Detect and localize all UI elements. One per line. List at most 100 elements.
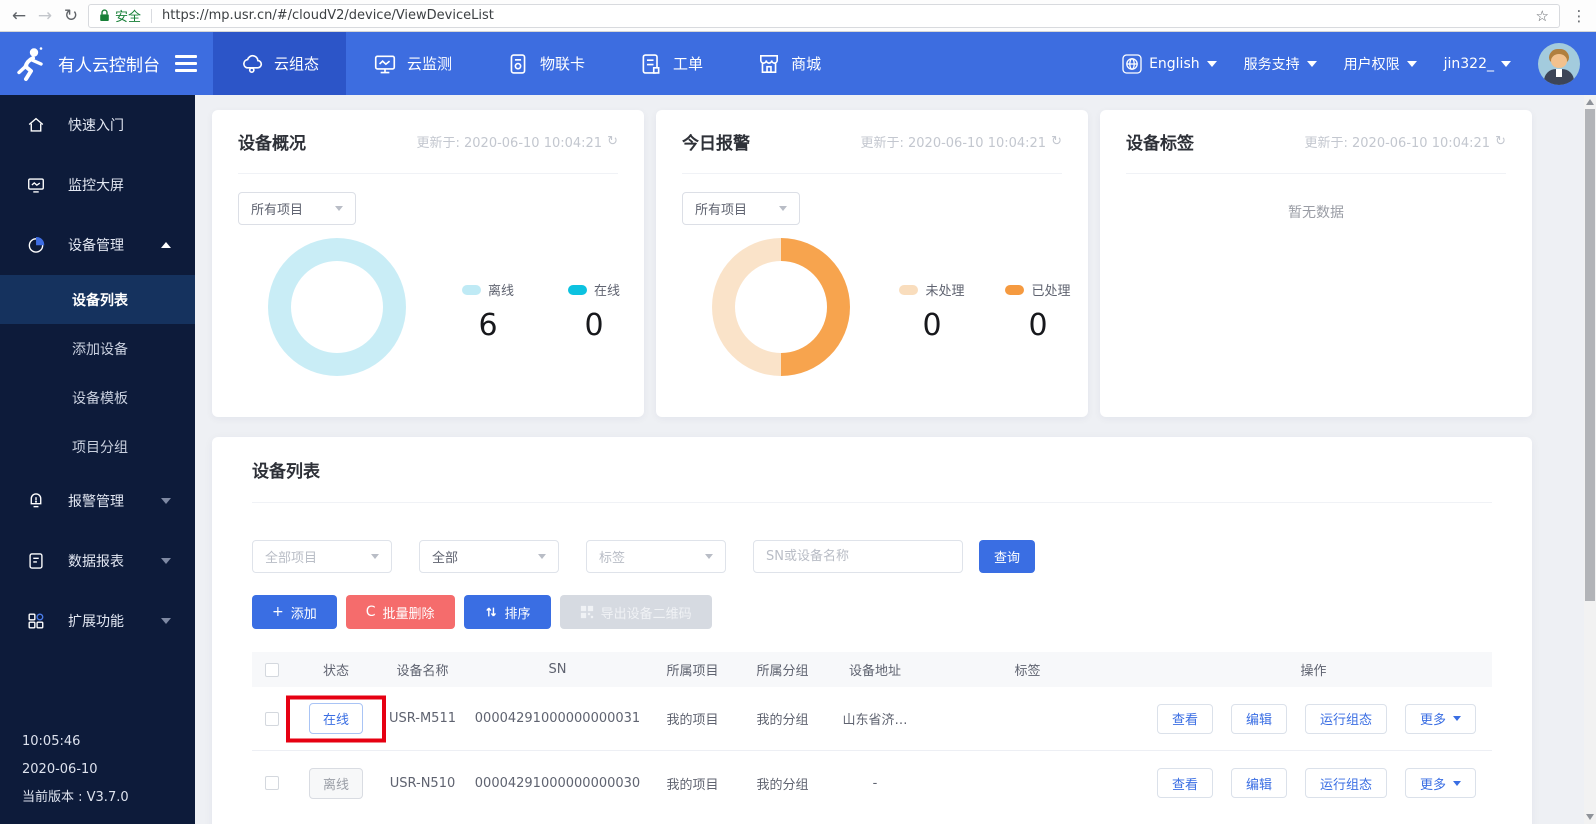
tab-cloud-monitor[interactable]: 云监测 (346, 32, 479, 95)
pie-chart-icon (28, 237, 45, 253)
report-icon (29, 553, 43, 569)
permission-label: 用户权限 (1343, 56, 1400, 73)
scrollbar-thumb[interactable] (1585, 109, 1595, 601)
online-swatch (567, 284, 587, 295)
sidebar-item-device-template[interactable]: 设备模板 (0, 373, 195, 422)
forward-icon[interactable]: → (32, 6, 58, 26)
legend-label: 离线 (487, 284, 514, 299)
chevron-down-icon (1206, 60, 1217, 67)
status-badge-online[interactable]: 在线 (308, 703, 363, 734)
tab-mall[interactable]: 商城 (730, 32, 848, 95)
batch-delete-button[interactable]: C 批量删除 (345, 595, 455, 629)
project-filter-select[interactable]: 所有项目 (238, 192, 356, 225)
view-button[interactable]: 查看 (1156, 703, 1213, 734)
more-button[interactable]: 更多 (1404, 768, 1476, 798)
scroll-down-icon[interactable] (1586, 814, 1594, 820)
sidebar-item-monitor-screen[interactable]: 监控大屏 (0, 155, 195, 215)
service-support-menu[interactable]: 服务支持 (1244, 54, 1317, 74)
view-button[interactable]: 查看 (1156, 768, 1213, 798)
refresh-icon[interactable]: ↻ (1051, 134, 1062, 149)
sort-button[interactable]: 排序 (463, 595, 551, 629)
alarm-bell-icon (30, 493, 42, 508)
support-label: 服务支持 (1243, 56, 1300, 73)
tab-label: 云监测 (407, 55, 453, 73)
grid-icon (28, 613, 44, 629)
project-filter-select[interactable]: 所有项目 (682, 192, 800, 225)
sidebar-footer: 10:05:46 2020-06-10 当前版本 : V3.7.0 (22, 728, 129, 812)
secure-badge[interactable]: 安全 (99, 6, 141, 25)
table-header: 状态 设备名称 SN 所属项目 所属分组 设备地址 标签 操作 (252, 652, 1492, 687)
screen: ← → ↻ 安全 https://mp.usr.cn/#/cloudV2/dev… (0, 0, 1596, 824)
status-select[interactable]: 全部 (419, 540, 559, 573)
button-label: 批量删除 (382, 606, 435, 622)
url-text[interactable]: https://mp.usr.cn/#/cloudV2/device/ViewD… (162, 8, 494, 23)
sidebar-item-add-device[interactable]: 添加设备 (0, 324, 195, 373)
query-button[interactable]: 查询 (979, 540, 1035, 573)
user-menu[interactable]: jin322_ (1444, 56, 1511, 72)
more-button[interactable]: 更多 (1404, 703, 1476, 734)
run-scada-button[interactable]: 运行组态 (1304, 768, 1387, 798)
select-all-checkbox[interactable] (265, 662, 279, 677)
sidebar-item-data-report[interactable]: 数据报表 (0, 531, 195, 591)
back-icon[interactable]: ← (6, 6, 32, 26)
edit-button[interactable]: 编辑 (1230, 768, 1287, 798)
online-count: 0 (584, 308, 604, 343)
current-date: 2020-06-10 (22, 762, 98, 778)
card-title: 设备标签 (1126, 134, 1194, 154)
bookmark-star-icon[interactable]: ☆ (1536, 7, 1549, 25)
col-status: 状态 (322, 664, 349, 679)
offline-count: 6 (478, 308, 498, 343)
selected-option: 所有项目 (251, 203, 304, 218)
nav-tabs: 云组态 云监测 物联卡 工单 商城 (213, 32, 848, 95)
sidebar-item-alarm-manage[interactable]: 报警管理 (0, 471, 195, 531)
collapse-menu-icon[interactable] (175, 55, 197, 72)
project-select[interactable]: 全部项目 (252, 540, 392, 573)
sidebar-item-extensions[interactable]: 扩展功能 (0, 591, 195, 651)
brand[interactable]: 有人云控制台 (0, 32, 213, 95)
col-address: 设备地址 (848, 664, 901, 679)
device-status-legend: 离线 6 在线 0 (450, 280, 632, 343)
refresh-icon[interactable]: ↻ (607, 134, 618, 149)
tab-iot-card[interactable]: 物联卡 (479, 32, 612, 95)
top-navbar: 有人云控制台 云组态 云监测 物联卡 工单 商城 English 服务支持 用户… (0, 32, 1596, 95)
language-selector[interactable]: English (1122, 53, 1217, 74)
sidebar-item-device-list[interactable]: 设备列表 (0, 275, 195, 324)
tab-work-order[interactable]: 工单 (612, 32, 730, 95)
search-input[interactable] (753, 540, 963, 573)
device-group: 我的分组 (756, 713, 809, 728)
toolbar: + 添加 C 批量删除 排序 导出设备二维码 (252, 595, 1492, 629)
user-permission-menu[interactable]: 用户权限 (1344, 54, 1417, 74)
pending-count: 0 (922, 308, 942, 343)
legend-handled: 已处理 0 (1000, 280, 1076, 343)
device-name: USR-N510 (389, 775, 456, 791)
page-scrollbar[interactable] (1584, 95, 1596, 824)
run-scada-button[interactable]: 运行组态 (1304, 703, 1387, 734)
sidebar-item-quick-start[interactable]: 快速入门 (0, 95, 195, 155)
browser-menu-icon[interactable]: ⋮ (1568, 7, 1590, 25)
sidebar: 快速入门 监控大屏 设备管理 设备列表 添加设备 设备模板 项目分组 报警管理 … (0, 95, 195, 824)
device-project: 我的项目 (666, 777, 719, 793)
tag-select[interactable]: 标签 (586, 540, 726, 573)
row-checkbox[interactable] (265, 776, 279, 790)
navbar-right: English 服务支持 用户权限 jin322_ (1122, 32, 1596, 95)
sidebar-item-device-manage[interactable]: 设备管理 (0, 215, 195, 275)
add-button[interactable]: + 添加 (252, 595, 337, 629)
address-bar[interactable]: 安全 https://mp.usr.cn/#/cloudV2/device/Vi… (88, 3, 1560, 28)
store-icon (760, 54, 779, 73)
tab-cloud-scada[interactable]: 云组态 (213, 32, 347, 95)
updated-label: 更新于: 2020-06-10 10:04:21 (1304, 136, 1491, 151)
chevron-down-icon (705, 554, 713, 559)
tab-label: 云组态 (274, 55, 320, 73)
work-order-icon (642, 53, 660, 74)
chevron-down-icon (371, 554, 379, 559)
refresh-icon[interactable]: ↻ (58, 6, 84, 26)
refresh-icon[interactable]: ↻ (1495, 134, 1506, 149)
omnibox-divider (151, 8, 153, 23)
globe-icon (1122, 53, 1142, 74)
status-badge-offline[interactable]: 离线 (308, 767, 363, 799)
scroll-up-icon[interactable] (1586, 99, 1594, 105)
sidebar-item-project-group[interactable]: 项目分组 (0, 422, 195, 471)
row-checkbox[interactable] (265, 711, 279, 726)
avatar[interactable] (1538, 42, 1580, 85)
edit-button[interactable]: 编辑 (1230, 703, 1287, 734)
